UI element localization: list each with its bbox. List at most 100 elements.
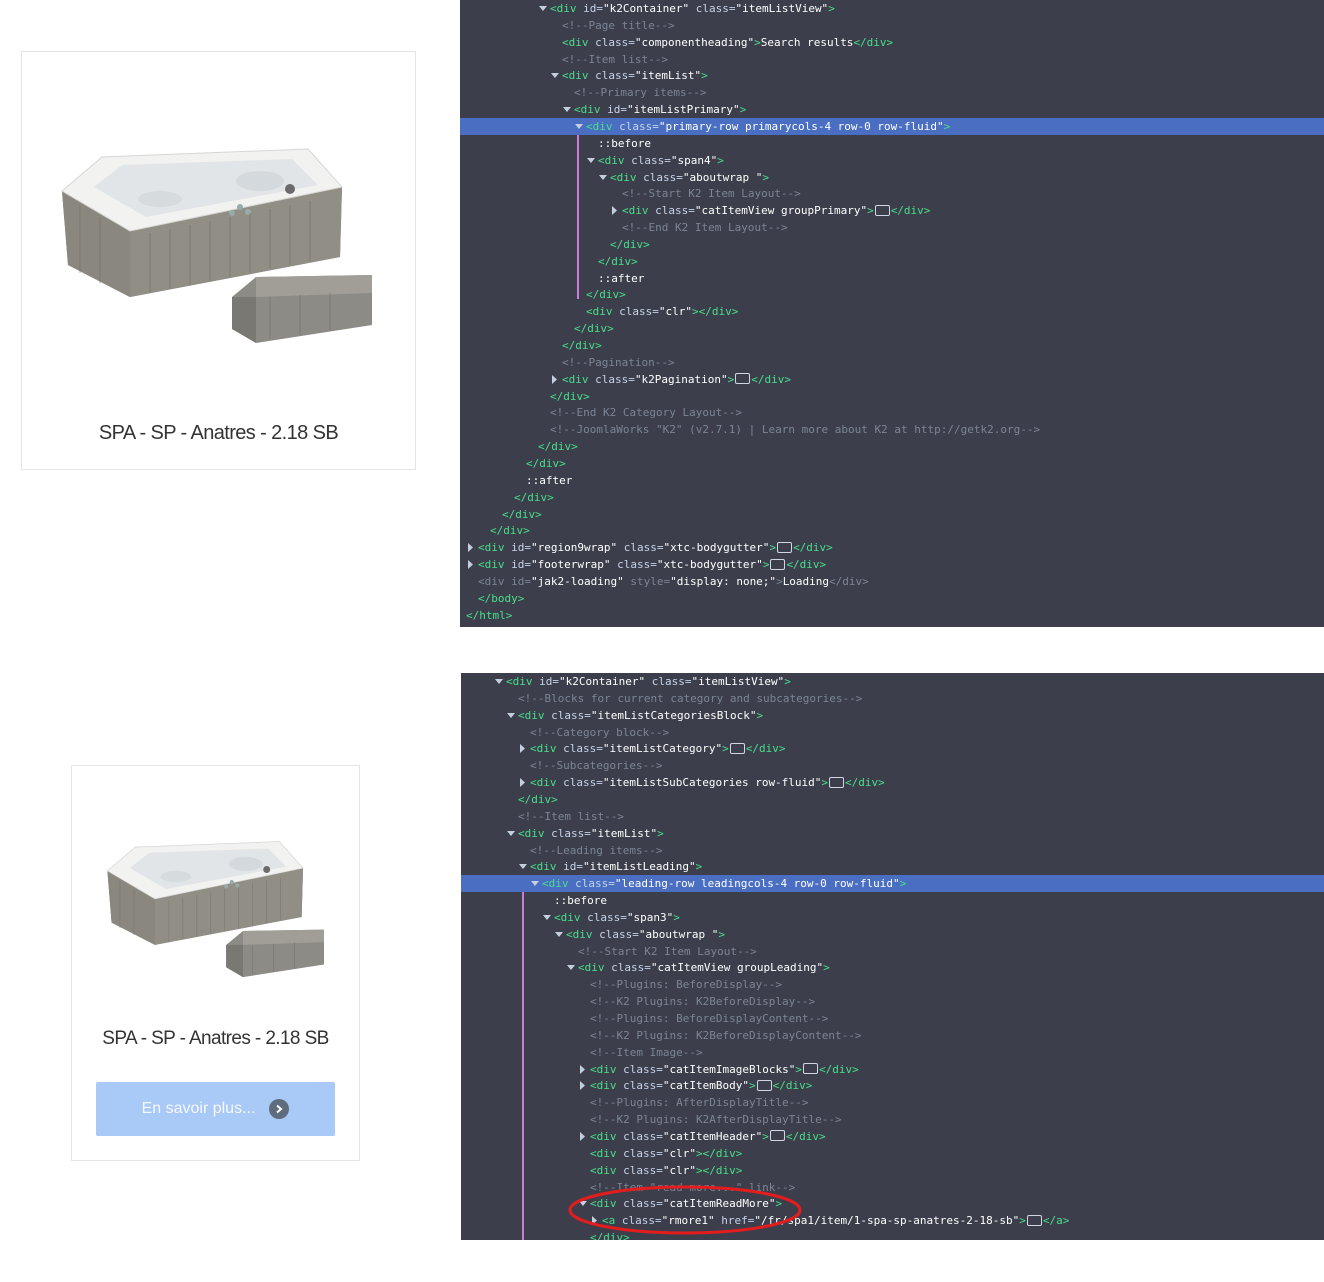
dom-node-line[interactable]: <div class="itemListCategoriesBlock"> <box>461 707 1324 724</box>
product-title[interactable]: SPA - SP - Anatres - 2.18 SB <box>22 422 415 445</box>
expand-down-icon[interactable] <box>567 959 575 976</box>
collapse-right-icon[interactable] <box>467 556 475 573</box>
dom-node-line[interactable]: <!--Item list--> <box>460 51 1324 68</box>
dom-node-line[interactable]: <div class="itemList"> <box>461 825 1324 842</box>
dom-node-line[interactable]: <div class="clr"></div> <box>460 303 1324 320</box>
collapse-right-icon[interactable] <box>579 1061 587 1078</box>
dom-node-line[interactable]: </div> <box>460 337 1324 354</box>
devtools-elements-panel-bottom[interactable]: <div id="k2Container" class="itemListVie… <box>461 673 1324 1240</box>
collapse-right-icon[interactable] <box>519 740 527 757</box>
expand-down-icon[interactable] <box>539 0 547 17</box>
expand-down-icon[interactable] <box>531 875 539 892</box>
dom-node-line[interactable]: <div class="catItemView groupLeading"> <box>461 959 1324 976</box>
collapse-right-icon[interactable] <box>519 774 527 791</box>
dom-node-line[interactable]: <div class="clr"></div> <box>461 1145 1324 1162</box>
spa-product-image[interactable] <box>60 147 372 347</box>
expand-down-icon[interactable] <box>599 169 607 186</box>
dom-node-line[interactable]: <div class="aboutwrap "> <box>461 926 1324 943</box>
expand-down-icon[interactable] <box>543 909 551 926</box>
ellipsis-collapsed-icon[interactable] <box>777 541 793 553</box>
dom-node-line[interactable]: <!--Pagination--> <box>460 354 1324 371</box>
dom-node-line[interactable]: <div id="region9wrap" class="xtc-bodygut… <box>460 539 1324 556</box>
dom-node-line[interactable]: <div class="leading-row leadingcols-4 ro… <box>461 875 1324 893</box>
dom-node-line[interactable]: <div id="itemListLeading"> <box>461 858 1324 875</box>
dom-node-line[interactable]: </div> <box>460 320 1324 337</box>
dom-node-line[interactable]: <div id="itemListPrimary"> <box>460 101 1324 118</box>
dom-node-line[interactable]: </html> <box>460 607 1324 624</box>
expand-down-icon[interactable] <box>519 858 527 875</box>
product-card-bottom[interactable]: SPA - SP - Anatres - 2.18 SB En savoir p… <box>71 765 360 1161</box>
ellipsis-collapsed-icon[interactable] <box>770 558 786 570</box>
expand-down-icon[interactable] <box>563 101 571 118</box>
ellipsis-collapsed-icon[interactable] <box>769 1130 785 1142</box>
dom-node-line[interactable]: <!--Plugins: AfterDisplayTitle--> <box>461 1094 1324 1111</box>
dom-node-line[interactable]: <!--JoomlaWorks "K2" (v2.7.1) | Learn mo… <box>460 421 1324 438</box>
dom-node-line[interactable]: <div class="span3"> <box>461 909 1324 926</box>
dom-node-line[interactable]: </body> <box>460 590 1324 607</box>
ellipsis-collapsed-icon[interactable] <box>1026 1214 1042 1226</box>
dom-node-line[interactable]: <div id="k2Container" class="itemListVie… <box>460 0 1324 17</box>
ellipsis-collapsed-icon[interactable] <box>756 1079 772 1091</box>
dom-node-line[interactable]: </div> <box>460 506 1324 523</box>
dom-node-line[interactable]: </div> <box>460 236 1324 253</box>
collapse-right-icon[interactable] <box>579 1128 587 1145</box>
dom-node-line[interactable]: </div> <box>460 489 1324 506</box>
dom-node-line[interactable]: <div class="catItemView groupPrimary"> </… <box>460 202 1324 219</box>
ellipsis-collapsed-icon[interactable] <box>802 1063 818 1075</box>
dom-node-line[interactable]: <!--Page title--> <box>460 17 1324 34</box>
expand-down-icon[interactable] <box>495 673 503 690</box>
read-more-button[interactable]: En savoir plus... <box>96 1082 335 1136</box>
ellipsis-collapsed-icon[interactable] <box>874 204 890 216</box>
dom-node-line[interactable]: </div> <box>461 791 1324 808</box>
expand-down-icon[interactable] <box>575 118 583 135</box>
dom-node-line[interactable]: <!--Item list--> <box>461 808 1324 825</box>
dom-node-line[interactable]: <!--Subcategories--> <box>461 757 1324 774</box>
dom-node-line[interactable]: <div class="itemList"> <box>460 67 1324 84</box>
dom-node-line[interactable]: </div> <box>460 286 1324 303</box>
expand-down-icon[interactable] <box>551 67 559 84</box>
dom-node-line[interactable]: <!--Primary items--> <box>460 84 1324 101</box>
collapse-right-icon[interactable] <box>579 1077 587 1094</box>
dom-node-line[interactable]: <!--Start K2 Item Layout--> <box>460 185 1324 202</box>
dom-node-line[interactable]: <div class="catItemHeader"> </div> <box>461 1128 1324 1145</box>
dom-node-line[interactable]: <!--Plugins: BeforeDisplay--> <box>461 976 1324 993</box>
dom-node-line[interactable]: <div class="aboutwrap "> <box>460 169 1324 186</box>
dom-node-line[interactable]: <div id="jak2-loading" style="display: n… <box>460 573 1324 590</box>
dom-node-line[interactable]: <div class="componentheading">Search res… <box>460 34 1324 51</box>
dom-node-line[interactable]: <!--Plugins: BeforeDisplayContent--> <box>461 1010 1324 1027</box>
devtools-elements-panel-top[interactable]: <div id="k2Container" class="itemListVie… <box>460 0 1324 627</box>
dom-node-line[interactable]: <div class="k2Pagination"> </div> <box>460 371 1324 388</box>
dom-node-line[interactable]: <div class="span4"> <box>460 152 1324 169</box>
dom-node-line[interactable]: </div> <box>460 438 1324 455</box>
dom-node-line[interactable]: </div> <box>460 253 1324 270</box>
dom-node-line[interactable]: <!--Start K2 Item Layout--> <box>461 943 1324 960</box>
ellipsis-collapsed-icon[interactable] <box>729 742 745 754</box>
spa-product-image[interactable] <box>106 840 324 980</box>
dom-node-line[interactable]: <!--Item Image--> <box>461 1044 1324 1061</box>
dom-node-line[interactable]: <!--Leading items--> <box>461 842 1324 859</box>
ellipsis-collapsed-icon[interactable] <box>829 776 845 788</box>
dom-node-line[interactable]: </div> <box>460 388 1324 405</box>
dom-node-line[interactable]: </div> <box>460 522 1324 539</box>
dom-node-line[interactable]: <div class="itemListSubCategories row-fl… <box>461 774 1324 791</box>
dom-node-line[interactable]: <div id="k2Container" class="itemListVie… <box>461 673 1324 690</box>
dom-node-line[interactable]: <div class="catItemImageBlocks"> </div> <box>461 1061 1324 1078</box>
dom-node-line[interactable]: ::before <box>460 135 1324 152</box>
dom-node-line[interactable]: <!--End K2 Category Layout--> <box>460 404 1324 421</box>
dom-node-line[interactable]: <div class="primary-row primarycols-4 ro… <box>460 117 1324 135</box>
dom-node-line[interactable]: <!--K2 Plugins: K2BeforeDisplay--> <box>461 993 1324 1010</box>
dom-node-line[interactable]: </div> <box>460 455 1324 472</box>
dom-node-line[interactable]: ::after <box>460 270 1324 287</box>
expand-down-icon[interactable] <box>507 825 515 842</box>
dom-node-line[interactable]: <!--End K2 Item Layout--> <box>460 219 1324 236</box>
dom-node-line[interactable]: <!--Blocks for current category and subc… <box>461 690 1324 707</box>
expand-down-icon[interactable] <box>555 926 563 943</box>
product-card-top[interactable]: SPA - SP - Anatres - 2.18 SB <box>21 51 416 470</box>
dom-node-line[interactable]: <!--K2 Plugins: K2AfterDisplayTitle--> <box>461 1111 1324 1128</box>
dom-node-line[interactable]: <div class="itemListCategory"> </div> <box>461 740 1324 757</box>
dom-node-line[interactable]: <div class="catItemBody"> </div> <box>461 1077 1324 1094</box>
collapse-right-icon[interactable] <box>467 539 475 556</box>
dom-node-line[interactable]: <!--K2 Plugins: K2BeforeDisplayContent--… <box>461 1027 1324 1044</box>
collapse-right-icon[interactable] <box>551 371 559 388</box>
expand-down-icon[interactable] <box>507 707 515 724</box>
